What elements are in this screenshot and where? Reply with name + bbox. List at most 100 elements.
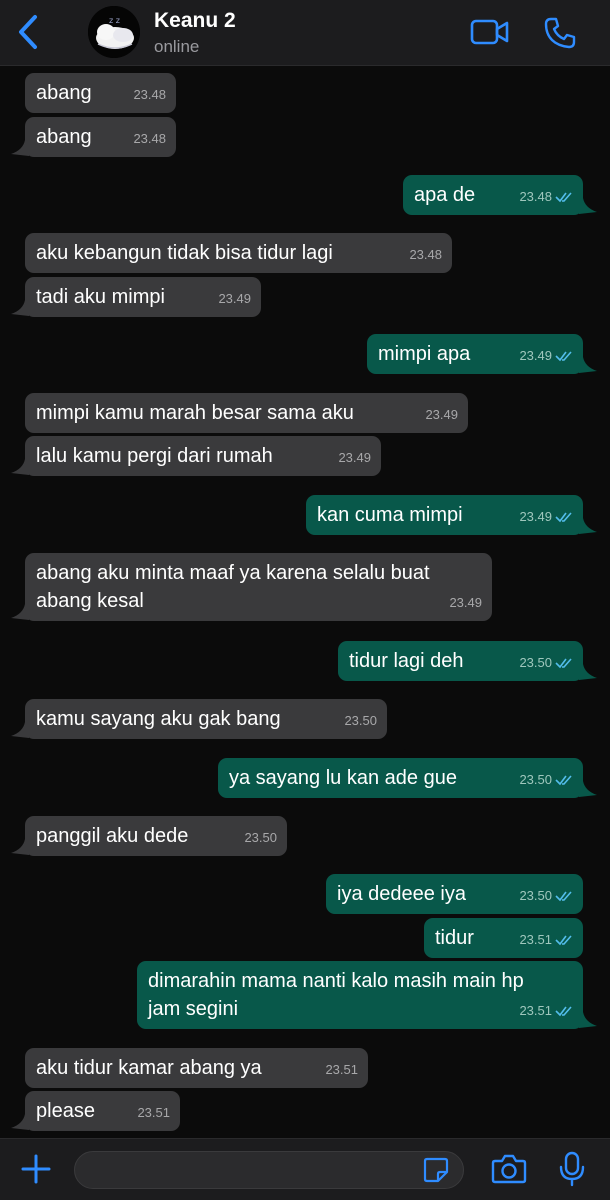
chevron-left-icon bbox=[19, 15, 37, 49]
sticker-icon bbox=[423, 1157, 449, 1183]
message-list[interactable]: abang 23.48 abang 23.48 apa de 23.48 aku… bbox=[0, 66, 610, 1138]
bubble-tail bbox=[11, 140, 29, 156]
message-time: 23.50 bbox=[519, 772, 552, 787]
message-text: tidur lagi deh bbox=[349, 650, 464, 672]
double-check-icon bbox=[555, 775, 572, 786]
double-check-icon bbox=[555, 192, 572, 203]
bubble-tail bbox=[579, 198, 597, 214]
svg-text:z z: z z bbox=[109, 16, 120, 25]
double-check-icon bbox=[555, 512, 572, 523]
message-bubble-incoming[interactable]: aku tidur kamar abang ya 23.51 bbox=[25, 1048, 368, 1088]
bubble-tail bbox=[579, 781, 597, 797]
message-bubble-incoming[interactable]: aku kebangun tidak bisa tidur lagi 23.48 bbox=[25, 233, 452, 273]
bubble-tail bbox=[11, 459, 29, 475]
message-bubble-incoming[interactable]: tadi aku mimpi 23.49 bbox=[25, 277, 261, 317]
message-time: 23.48 bbox=[133, 131, 166, 146]
message-text: please bbox=[36, 1100, 95, 1122]
bubble-tail bbox=[579, 1012, 597, 1028]
message-time: 23.48 bbox=[133, 87, 166, 102]
contact-name[interactable]: Keanu 2 bbox=[154, 9, 236, 33]
message-bubble-outgoing[interactable]: ya sayang lu kan ade gue 23.50 bbox=[218, 758, 583, 798]
message-time: 23.48 bbox=[409, 247, 442, 262]
message-time: 23.49 bbox=[425, 407, 458, 422]
message-bubble-incoming[interactable]: abang aku minta maaf ya karena selalu bu… bbox=[25, 553, 492, 621]
message-text: aku kebangun tidak bisa tidur lagi bbox=[36, 242, 333, 264]
message-text-line: abang aku minta maaf ya karena selalu bu… bbox=[36, 562, 430, 584]
message-time: 23.50 bbox=[344, 713, 377, 728]
bubble-tail bbox=[579, 664, 597, 680]
message-text: kamu sayang aku gak bang bbox=[36, 708, 281, 730]
avatar-image: z z bbox=[88, 6, 140, 58]
avatar[interactable]: z z bbox=[88, 6, 140, 58]
double-check-icon bbox=[555, 351, 572, 362]
bubble-tail bbox=[579, 357, 597, 373]
back-button[interactable] bbox=[14, 14, 44, 50]
message-bubble-incoming[interactable]: panggil aku dede 23.50 bbox=[25, 816, 287, 856]
message-time: 23.51 bbox=[519, 1003, 552, 1018]
message-bubble-outgoing[interactable]: kan cuma mimpi 23.49 bbox=[306, 495, 583, 535]
message-text-line: jam segini bbox=[148, 998, 239, 1020]
message-text-line: abang kesal bbox=[36, 590, 144, 612]
message-bubble-incoming[interactable]: lalu kamu pergi dari rumah 23.49 bbox=[25, 436, 381, 476]
message-time: 23.49 bbox=[338, 450, 371, 465]
message-bubble-incoming[interactable]: mimpi kamu marah besar sama aku 23.49 bbox=[25, 393, 468, 433]
message-bubble-outgoing[interactable]: iya dedeee iya 23.50 bbox=[326, 874, 583, 914]
voice-call-button[interactable] bbox=[543, 16, 577, 50]
double-check-icon bbox=[555, 1006, 572, 1017]
message-text: tadi aku mimpi bbox=[36, 286, 165, 308]
message-bubble-outgoing[interactable]: mimpi apa 23.49 bbox=[367, 334, 583, 374]
double-check-icon bbox=[555, 891, 572, 902]
message-time: 23.50 bbox=[519, 655, 552, 670]
message-text: mimpi apa bbox=[378, 343, 471, 365]
message-time: 23.49 bbox=[519, 348, 552, 363]
message-bubble-incoming[interactable]: abang 23.48 bbox=[25, 117, 176, 157]
message-time: 23.51 bbox=[137, 1105, 170, 1120]
message-text: lalu kamu pergi dari rumah bbox=[36, 445, 273, 467]
message-bubble-outgoing[interactable]: tidur lagi deh 23.50 bbox=[338, 641, 583, 681]
message-text: apa de bbox=[414, 184, 476, 206]
message-time: 23.51 bbox=[325, 1062, 358, 1077]
input-bar bbox=[0, 1138, 610, 1200]
bubble-tail bbox=[11, 839, 29, 855]
sticker-button[interactable] bbox=[423, 1157, 449, 1183]
bubble-tail bbox=[11, 300, 29, 316]
camera-icon bbox=[491, 1154, 527, 1184]
double-check-icon bbox=[555, 658, 572, 669]
message-text-line: dimarahin mama nanti kalo masih main hp bbox=[148, 970, 524, 992]
camera-button[interactable] bbox=[491, 1153, 527, 1185]
message-text: abang bbox=[36, 126, 92, 148]
message-bubble-outgoing[interactable]: dimarahin mama nanti kalo masih main hp … bbox=[137, 961, 583, 1029]
message-time: 23.50 bbox=[244, 830, 277, 845]
message-text: ya sayang lu kan ade gue bbox=[229, 767, 457, 789]
message-text: abang bbox=[36, 82, 92, 104]
message-bubble-outgoing[interactable]: tidur 23.51 bbox=[424, 918, 583, 958]
message-text: iya dedeee iya bbox=[337, 883, 466, 905]
message-text: panggil aku dede bbox=[36, 825, 189, 847]
message-input[interactable] bbox=[74, 1151, 464, 1189]
contact-status: online bbox=[154, 37, 200, 56]
message-time: 23.50 bbox=[519, 888, 552, 903]
message-time: 23.49 bbox=[449, 595, 482, 610]
message-time: 23.49 bbox=[519, 509, 552, 524]
message-time: 23.49 bbox=[218, 291, 251, 306]
phone-icon bbox=[544, 17, 576, 49]
message-bubble-incoming[interactable]: kamu sayang aku gak bang 23.50 bbox=[25, 699, 387, 739]
message-text: aku tidur kamar abang ya bbox=[36, 1057, 262, 1079]
message-text: kan cuma mimpi bbox=[317, 504, 463, 526]
video-camera-icon bbox=[470, 19, 509, 45]
message-bubble-outgoing[interactable]: apa de 23.48 bbox=[403, 175, 583, 215]
message-bubble-incoming[interactable]: abang 23.48 bbox=[25, 73, 176, 113]
plus-icon bbox=[21, 1154, 51, 1184]
microphone-icon bbox=[559, 1151, 585, 1187]
bubble-tail bbox=[579, 518, 597, 534]
bubble-tail bbox=[11, 1114, 29, 1130]
message-time: 23.48 bbox=[519, 189, 552, 204]
microphone-button[interactable] bbox=[558, 1151, 586, 1187]
message-bubble-incoming[interactable]: please 23.51 bbox=[25, 1091, 180, 1131]
chat-header: z z Keanu 2 online bbox=[0, 0, 610, 66]
bubble-tail bbox=[11, 722, 29, 738]
video-call-button[interactable] bbox=[470, 17, 510, 47]
attach-button[interactable] bbox=[20, 1153, 52, 1185]
message-text: tidur bbox=[435, 927, 474, 949]
bubble-tail bbox=[11, 604, 29, 620]
